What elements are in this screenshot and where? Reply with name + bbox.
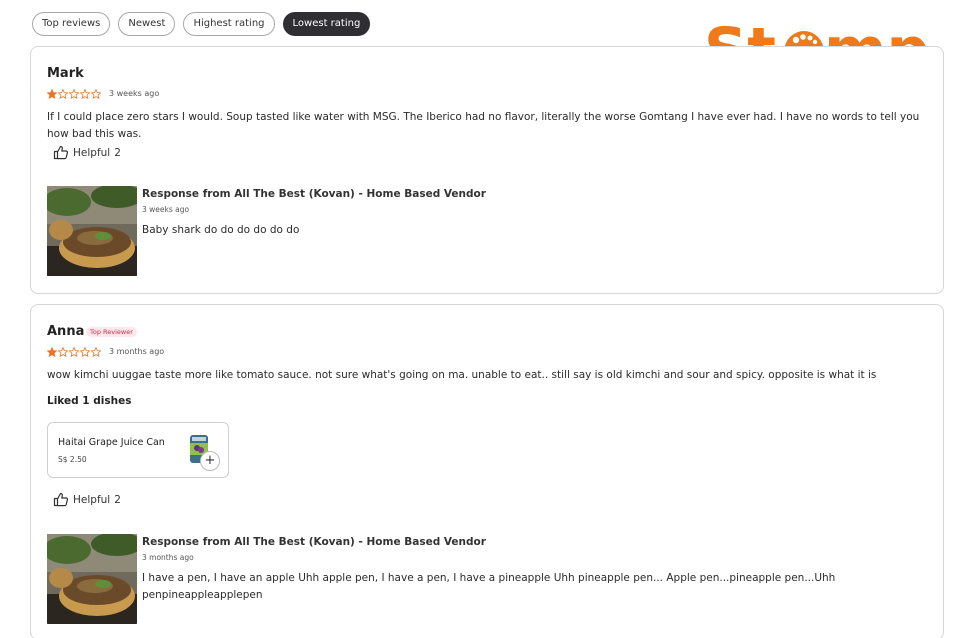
review-text: If I could place zero stars I would. Sou…	[47, 111, 920, 140]
top-reviewer-badge: Top Reviewer	[86, 327, 137, 337]
review-time: 3 weeks ago	[109, 89, 160, 98]
filter-newest[interactable]: Newest	[118, 12, 176, 36]
filter-top-reviews[interactable]: Top reviews	[32, 12, 111, 36]
reviewer-name: Anna	[47, 324, 85, 339]
vendor-response-text: Baby shark do do do do do do	[142, 224, 300, 236]
vendor-dish-photo	[47, 534, 137, 624]
liked-dish-card[interactable]: Haitai Grape Juice Can S$ 2.50 +	[47, 422, 229, 478]
review-card: Anna Top Reviewer 3 months ago wow kimch…	[30, 304, 944, 638]
review-time: 3 months ago	[109, 347, 165, 356]
helpful-label: Helpful	[73, 493, 111, 506]
review-filter-bar: Top reviews Newest Highest rating Lowest…	[32, 12, 371, 36]
star-empty-icon	[58, 89, 68, 99]
helpful-button[interactable]: Helpful 2	[53, 492, 121, 507]
star-empty-icon	[91, 347, 101, 357]
star-empty-icon	[80, 347, 90, 357]
star-filled-icon	[47, 89, 57, 99]
review-card: Mark 3 weeks ago If I could place zero s…	[30, 46, 944, 294]
vendor-response-text: I have a pen, I have an apple Uhh apple …	[142, 572, 836, 601]
star-empty-icon	[80, 89, 90, 99]
reviewer-name: Mark	[47, 66, 84, 81]
star-filled-icon	[47, 347, 57, 357]
filter-lowest-rating[interactable]: Lowest rating	[282, 12, 371, 36]
helpful-button[interactable]: Helpful 2	[53, 145, 121, 160]
liked-dishes-heading: Liked 1 dishes	[47, 395, 132, 407]
add-dish-button[interactable]: +	[200, 451, 220, 471]
dish-name: Haitai Grape Juice Can	[58, 437, 165, 448]
dish-price: S$ 2.50	[58, 455, 87, 464]
thumbs-up-icon	[53, 492, 69, 507]
star-rating	[47, 89, 101, 99]
thumbs-up-icon	[53, 145, 69, 160]
helpful-count: 2	[114, 493, 121, 506]
helpful-label: Helpful	[73, 146, 111, 159]
review-text: wow kimchi uuggae taste more like tomato…	[47, 369, 877, 381]
star-rating	[47, 347, 101, 357]
helpful-count: 2	[114, 146, 121, 159]
vendor-response-time: 3 months ago	[142, 553, 194, 562]
vendor-dish-photo	[47, 186, 137, 276]
star-empty-icon	[91, 89, 101, 99]
vendor-response-title: Response from All The Best (Kovan) - Hom…	[142, 188, 486, 200]
vendor-response-time: 3 weeks ago	[142, 205, 190, 214]
filter-highest-rating[interactable]: Highest rating	[183, 12, 275, 36]
star-empty-icon	[58, 347, 68, 357]
vendor-response-title: Response from All The Best (Kovan) - Hom…	[142, 536, 486, 548]
star-empty-icon	[69, 347, 79, 357]
star-empty-icon	[69, 89, 79, 99]
